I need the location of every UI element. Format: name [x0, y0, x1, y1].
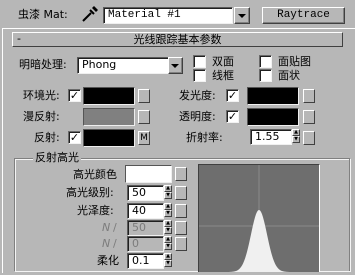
- rollout-title: 光线跟踪基本参数: [133, 33, 222, 46]
- ambient-map-button[interactable]: [138, 89, 150, 103]
- diffuse-color-swatch[interactable]: [83, 108, 135, 126]
- anisotropy-label: N: [102, 221, 111, 234]
- material-name-dropdown-button[interactable]: [234, 7, 250, 24]
- specular-level-label: 高光级别:: [66, 186, 114, 199]
- specular-level-spinner[interactable]: ▲ ▼: [164, 185, 172, 200]
- specular-color-label: 高光颜色: [73, 168, 117, 181]
- glossiness-label: 光泽度:: [77, 204, 114, 217]
- glossiness-input[interactable]: 40: [127, 203, 164, 219]
- orientation-separator: /: [113, 237, 117, 250]
- anisotropy-input: 50: [127, 220, 164, 236]
- reflect-map-button[interactable]: M: [138, 131, 150, 145]
- transparency-color-swatch[interactable]: [247, 108, 299, 126]
- specular-level-map-button[interactable]: [175, 186, 187, 200]
- soften-label: 柔化: [97, 254, 119, 267]
- anisotropy-map-button: [175, 221, 187, 235]
- glossiness-map-button[interactable]: [175, 204, 187, 218]
- material-type-button[interactable]: Raytrace: [262, 7, 345, 24]
- orientation-label: N: [102, 237, 111, 250]
- diffuse-map-button[interactable]: [138, 110, 150, 124]
- faceted-label: 面状: [278, 69, 300, 82]
- shading-label: 明暗处理:: [19, 58, 67, 71]
- reflect-label: 反射:: [34, 131, 60, 144]
- chevron-down-icon: [238, 14, 246, 18]
- orientation-spinner: ▲ ▼: [164, 236, 172, 251]
- material-name-input[interactable]: Material #1: [103, 7, 233, 24]
- specular-color-swatch[interactable]: [125, 165, 172, 183]
- orientation-input: 0: [127, 236, 164, 252]
- ambient-color-swatch[interactable]: [83, 87, 135, 105]
- diffuse-label: 漫反射:: [23, 110, 60, 123]
- transparency-checkbox[interactable]: ✓: [226, 110, 239, 123]
- specular-level-input[interactable]: 50: [127, 185, 164, 201]
- luminosity-checkbox[interactable]: ✓: [226, 89, 239, 102]
- two-sided-checkbox[interactable]: [193, 55, 206, 68]
- eyedropper-icon[interactable]: [80, 4, 100, 24]
- shading-dropdown-button[interactable]: [168, 57, 183, 74]
- ior-spinner[interactable]: ▲ ▼: [292, 129, 300, 144]
- reflect-checkbox[interactable]: ✓: [68, 131, 81, 144]
- ambient-checkbox[interactable]: ✓: [68, 89, 81, 102]
- soften-spinner[interactable]: ▲ ▼: [164, 253, 172, 268]
- soften-input[interactable]: 0.1: [127, 253, 164, 269]
- luminosity-map-button[interactable]: [303, 89, 315, 103]
- orientation-map-button: [175, 237, 187, 251]
- specular-group-title: 反射高光: [33, 151, 81, 165]
- reflect-color-swatch[interactable]: [83, 129, 135, 147]
- material-label: 虫漆 Mat:: [18, 8, 68, 21]
- transparency-map-button[interactable]: [303, 110, 315, 124]
- chevron-down-icon: [171, 64, 179, 68]
- rollout-title-bar[interactable]: - 光线跟踪基本参数: [12, 32, 343, 47]
- shading-select[interactable]: Phong: [77, 57, 169, 74]
- two-sided-label: 双面: [212, 55, 234, 68]
- anisotropy-spinner: ▲ ▼: [164, 220, 172, 235]
- wire-label: 线框: [212, 69, 234, 82]
- face-map-label: 面贴图: [278, 55, 311, 68]
- specular-color-map-button[interactable]: [175, 167, 187, 181]
- faceted-checkbox[interactable]: [259, 69, 272, 82]
- ior-label: 折射率:: [186, 131, 223, 144]
- anisotropy-separator: /: [113, 221, 117, 234]
- ambient-label: 环境光:: [23, 89, 60, 102]
- ior-map-button[interactable]: [303, 131, 315, 145]
- transparency-label: 透明度:: [179, 110, 216, 123]
- luminosity-label: 发光度:: [179, 89, 216, 102]
- wire-checkbox[interactable]: [193, 69, 206, 82]
- face-map-checkbox[interactable]: [259, 55, 272, 68]
- highlight-curve-graph: [198, 164, 320, 272]
- luminosity-color-swatch[interactable]: [247, 87, 299, 105]
- ior-input[interactable]: 1.55: [250, 129, 292, 145]
- glossiness-spinner[interactable]: ▲ ▼: [164, 203, 172, 218]
